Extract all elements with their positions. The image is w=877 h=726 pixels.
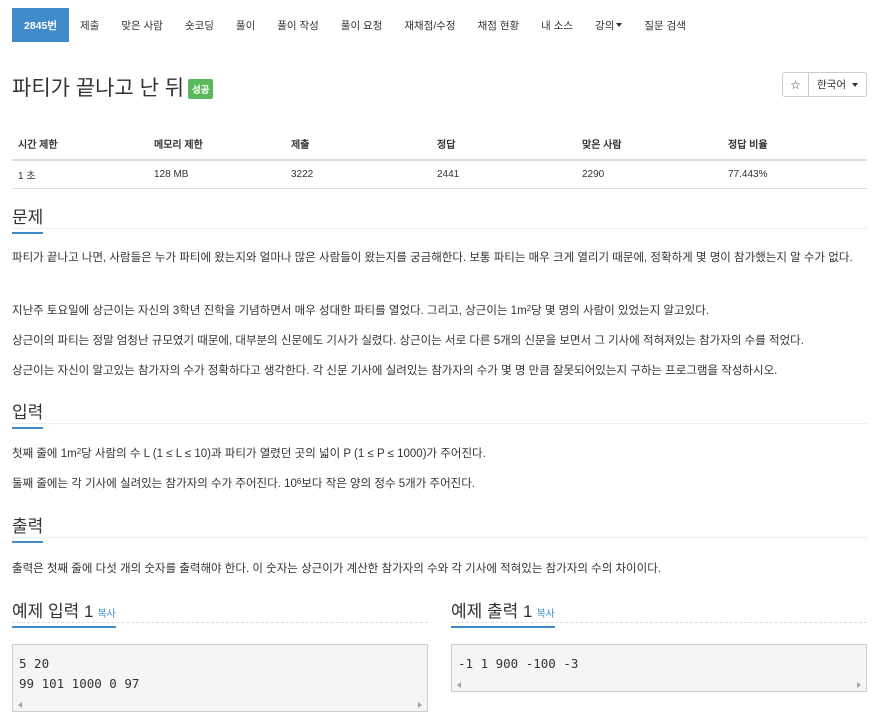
value-submissions: 3222 — [285, 160, 431, 189]
problem-section-header: 문제 — [12, 203, 867, 234]
favorite-button[interactable]: ☆ — [782, 72, 809, 97]
header-solvers: 맞은 사람 — [576, 128, 722, 161]
chevron-down-icon — [851, 82, 858, 87]
status-badge: 성공 — [188, 79, 214, 99]
sample-input-title: 예제 입력 1 복사 — [12, 597, 116, 628]
problem-paragraph-2: 지난주 토요일에 상근이는 자신의 3학년 진학을 기념하면서 매우 성대한 파… — [12, 301, 863, 322]
nav-my-source[interactable]: 내 소스 — [530, 8, 584, 42]
sample-output-title-text: 예제 출력 1 — [451, 602, 533, 621]
problem-paragraph-1: 파티가 끝나고 나면, 사람들은 누가 파티에 왔는지와 얼마나 많은 사람들이… — [12, 252, 853, 264]
problem-paragraph-2-text-a: 지난주 토요일에 상근이는 자신의 3학년 진학을 기념하면서 매우 성대한 파… — [12, 305, 527, 317]
superscript: 2 — [76, 447, 82, 456]
value-memory-limit: 128 MB — [148, 160, 285, 189]
input-paragraph-2-text-b: 보다 작은 양의 정수 5개가 주어진다. — [301, 478, 476, 490]
header-memory-limit: 메모리 제한 — [148, 128, 285, 161]
nav-lectures-dropdown[interactable]: 강의 — [584, 8, 633, 42]
copy-sample-input-link[interactable]: 복사 — [97, 609, 115, 620]
value-time-limit: 1 초 — [12, 160, 148, 189]
scroll-left-icon[interactable] — [18, 702, 22, 708]
nav-question-search[interactable]: 질문 검색 — [633, 8, 697, 42]
sample-output-title: 예제 출력 1 복사 — [451, 597, 555, 628]
value-accepted: 2441 — [431, 160, 576, 189]
caret-down-icon — [616, 23, 623, 27]
page-title: 파티가 끝나고 난 뒤 — [12, 77, 185, 100]
header-submissions: 제출 — [285, 128, 431, 161]
title-button-group: ☆ 한국어 — [782, 72, 867, 97]
input-section-title: 입력 — [12, 398, 44, 429]
output-section-header: 출력 — [12, 512, 867, 543]
nav-write-solution[interactable]: 풀이 작성 — [266, 8, 330, 42]
scroll-left-icon[interactable] — [457, 682, 461, 688]
sample-output-box[interactable]: -1 1 900 -100 -3 — [451, 644, 867, 692]
sample-input-title-text: 예제 입력 1 — [12, 602, 94, 621]
scroll-right-icon[interactable] — [857, 682, 861, 688]
info-header-row: 시간 제한 메모리 제한 제출 정답 맞은 사람 정답 비율 — [12, 128, 867, 161]
input-paragraph-1: 첫째 줄에 1m2당 사람의 수 L (1 ≤ L ≤ 10)과 파티가 열렸던… — [12, 444, 863, 465]
nav-request-solution[interactable]: 풀이 요청 — [330, 8, 394, 42]
problem-paragraph-3: 상근이의 파티는 정말 엄청난 규모였기 때문에, 대부분의 신문에도 기사가 … — [12, 335, 804, 347]
nav-short-coding[interactable]: 숏코딩 — [174, 8, 225, 42]
header-ratio: 정답 비율 — [722, 128, 867, 161]
sample-output-header: 예제 출력 1 복사 — [451, 597, 867, 628]
value-ratio: 77.443% — [722, 160, 867, 189]
input-paragraph-2-text-a: 둘째 줄에는 각 기사에 실려있는 참가자의 수가 주어진다. 10 — [12, 478, 297, 490]
nav-problem-number[interactable]: 2845번 — [12, 8, 70, 42]
sample-input-header: 예제 입력 1 복사 — [12, 597, 428, 628]
header-accepted: 정답 — [431, 128, 576, 161]
output-paragraph-1: 출력은 첫째 줄에 다섯 개의 숫자를 출력해야 한다. 이 숫자는 상근이가 … — [12, 563, 661, 575]
nav-solutions[interactable]: 풀이 — [225, 8, 266, 42]
problem-nav: 2845번 제출 맞은 사람 숏코딩 풀이 풀이 작성 풀이 요청 재채점/수정… — [12, 8, 867, 42]
nav-status[interactable]: 채점 현황 — [467, 8, 531, 42]
sample-output-text: -1 1 900 -100 -3 — [458, 656, 579, 671]
superscript: 2 — [526, 304, 532, 313]
superscript: 6 — [296, 477, 302, 486]
sample-input-box[interactable]: 5 20 99 101 1000 0 97 — [12, 644, 428, 712]
problem-info-table: 시간 제한 메모리 제한 제출 정답 맞은 사람 정답 비율 1 초 128 M… — [12, 128, 867, 189]
sample-input-text: 5 20 99 101 1000 0 97 — [19, 656, 140, 691]
input-paragraph-2: 둘째 줄에는 각 기사에 실려있는 참가자의 수가 주어진다. 106보다 작은… — [12, 474, 863, 495]
header-time-limit: 시간 제한 — [12, 128, 148, 161]
input-paragraph-1-text-a: 첫째 줄에 1m — [12, 448, 77, 460]
problem-paragraph-4: 상근이는 자신이 알고있는 참가자의 수가 정확하다고 생각한다. 각 신문 기… — [12, 365, 778, 377]
problem-section-title: 문제 — [12, 203, 44, 234]
problem-paragraph-2-text-b: 당 몇 명의 사람이 있었는지 알고있다. — [531, 305, 709, 317]
nav-submit[interactable]: 제출 — [69, 8, 110, 42]
language-dropdown[interactable]: 한국어 — [809, 72, 867, 97]
horizontal-scrollbar[interactable] — [452, 679, 866, 691]
value-solvers: 2290 — [576, 160, 722, 189]
input-paragraph-1-text-b: 당 사람의 수 L (1 ≤ L ≤ 10)과 파티가 열렸던 곳의 넓이 P … — [81, 448, 486, 460]
title-row: 파티가 끝나고 난 뒤 성공 ☆ 한국어 — [12, 72, 867, 100]
nav-lectures-label: 강의 — [595, 19, 615, 32]
copy-sample-output-link[interactable]: 복사 — [536, 609, 554, 620]
output-section-title: 출력 — [12, 512, 44, 543]
nav-solvers[interactable]: 맞은 사람 — [110, 8, 174, 42]
horizontal-scrollbar[interactable] — [13, 699, 427, 711]
language-label: 한국어 — [817, 79, 846, 91]
star-icon: ☆ — [790, 77, 801, 92]
nav-rejudge[interactable]: 재채점/수정 — [393, 8, 466, 42]
input-section-header: 입력 — [12, 398, 867, 429]
scroll-right-icon[interactable] — [418, 702, 422, 708]
info-value-row: 1 초 128 MB 3222 2441 2290 77.443% — [12, 160, 867, 189]
